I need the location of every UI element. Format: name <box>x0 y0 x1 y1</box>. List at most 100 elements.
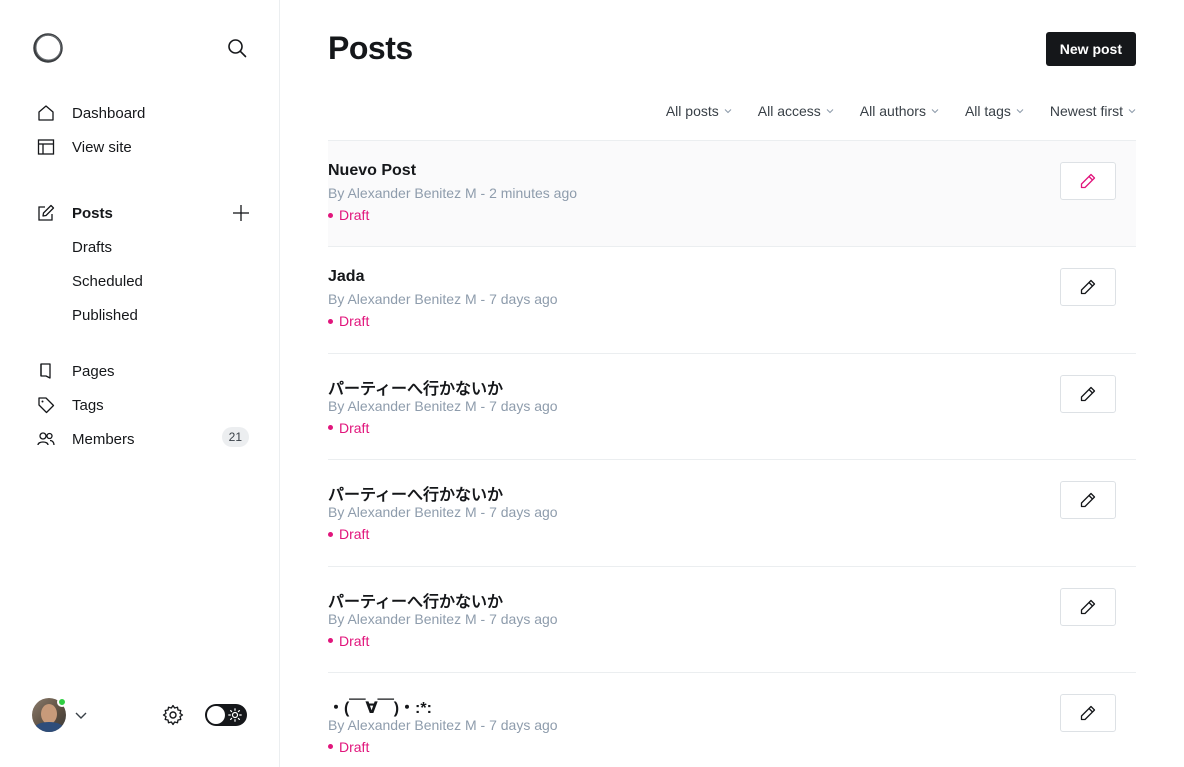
sidebar-item-view-site[interactable]: View site <box>36 130 251 164</box>
post-meta: By Alexander Benitez M - 2 minutes ago <box>328 185 578 201</box>
edit-post-button[interactable] <box>1060 587 1116 626</box>
pencil-icon <box>1080 493 1096 508</box>
sidebar-footer <box>32 697 248 732</box>
sidebar-item-pages[interactable]: Pages <box>36 354 251 388</box>
status-badge: Draft <box>328 739 369 755</box>
theme-toggle[interactable] <box>205 704 247 726</box>
edit-post-button[interactable] <box>1060 374 1116 413</box>
post-meta: By Alexander Benitez M - 7 days ago <box>328 291 558 308</box>
edit-post-button[interactable] <box>1060 162 1116 200</box>
nav-posts: Posts Drafts Scheduled Published <box>36 196 251 332</box>
members-count-badge: 21 <box>221 427 249 447</box>
status-badge: Draft <box>328 313 369 329</box>
edit-post-button[interactable] <box>1060 693 1116 732</box>
post-title[interactable]: Jada <box>328 268 364 286</box>
filter-label: All authors <box>859 103 926 119</box>
chevron-down-icon[interactable] <box>74 708 88 722</box>
table-row[interactable]: ・(￣∀￣)・:*: By Alexander Benitez M - 7 da… <box>328 673 1136 767</box>
chevron-down-icon <box>931 109 939 114</box>
status-label: Draft <box>339 738 370 755</box>
status-badge: Draft <box>328 633 369 649</box>
new-post-button[interactable]: New post <box>1045 32 1136 66</box>
chevron-down-icon <box>826 109 834 114</box>
post-title[interactable]: パーティーへ行かないか <box>328 481 503 505</box>
status-dot <box>328 318 333 324</box>
status-badge: Draft <box>328 207 369 223</box>
sidebar-item-published[interactable]: Published <box>36 298 251 332</box>
pencil-icon <box>1080 705 1096 721</box>
status-dot <box>328 531 333 537</box>
status-label: Draft <box>339 632 370 649</box>
post-meta: By Alexander Benitez M - 7 days ago <box>328 610 558 627</box>
filter-sort[interactable]: Newest first <box>1050 101 1136 121</box>
pencil-icon <box>1080 386 1096 401</box>
search-icon[interactable] <box>225 36 249 60</box>
layout-icon <box>36 137 56 157</box>
sidebar-item-drafts[interactable]: Drafts <box>36 230 251 264</box>
pencil-icon <box>1080 599 1096 614</box>
sidebar-item-label: Dashboard <box>72 104 146 122</box>
filter-label: All access <box>757 103 821 119</box>
table-row[interactable]: Jada By Alexander Benitez M - 7 days ago… <box>328 247 1136 354</box>
sidebar-item-label: Posts <box>72 204 113 222</box>
status-label: Draft <box>339 419 370 436</box>
filter-type[interactable]: All posts <box>666 101 732 121</box>
home-icon <box>36 103 56 123</box>
table-row[interactable]: Nuevo Post By Alexander Benitez M - 2 mi… <box>328 141 1136 248</box>
nav-secondary: Pages Tags Members 21 <box>36 354 251 456</box>
filter-label: All posts <box>665 103 719 119</box>
edit-post-button[interactable] <box>1060 268 1116 307</box>
sidebar-item-label: Scheduled <box>72 272 143 290</box>
filter-access[interactable]: All access <box>758 101 834 121</box>
edit-icon <box>36 203 56 223</box>
filter-label: Newest first <box>1049 103 1123 119</box>
site-logo-icon[interactable] <box>32 32 64 64</box>
sidebar-item-label: View site <box>72 138 132 156</box>
sidebar-item-dashboard[interactable]: Dashboard <box>36 96 251 130</box>
chevron-down-icon <box>1128 109 1136 114</box>
status-dot <box>328 744 333 750</box>
status-dot <box>328 425 333 431</box>
page-icon <box>36 361 56 381</box>
status-dot <box>328 638 333 644</box>
sidebar-item-label: Members <box>72 430 135 448</box>
status-badge: Draft <box>328 526 369 542</box>
status-label: Draft <box>339 207 370 223</box>
edit-post-button[interactable] <box>1060 481 1116 520</box>
status-label: Draft <box>339 313 370 330</box>
sidebar-item-members[interactable]: Members 21 <box>36 422 251 456</box>
chevron-down-icon <box>724 109 732 114</box>
filter-tags[interactable]: All tags <box>965 101 1024 121</box>
online-status-indicator <box>57 697 67 707</box>
sidebar-item-posts[interactable]: Posts <box>36 196 251 230</box>
post-title[interactable]: Nuevo Post <box>328 162 416 180</box>
table-row[interactable]: パーティーへ行かないか By Alexander Benitez M - 7 d… <box>328 567 1136 673</box>
add-post-icon[interactable] <box>231 203 251 223</box>
post-title[interactable]: パーティーへ行かないか <box>328 588 503 612</box>
toggle-knob <box>207 706 225 724</box>
sun-icon <box>228 708 242 722</box>
table-row[interactable]: パーティーへ行かないか By Alexander Benitez M - 7 d… <box>328 460 1136 567</box>
post-title[interactable]: ・(￣∀￣)・:*: <box>328 694 432 718</box>
filter-bar: All posts All access All authors All tag… <box>640 101 1136 121</box>
status-badge: Draft <box>328 420 369 436</box>
table-row[interactable]: パーティーへ行かないか By Alexander Benitez M - 7 d… <box>328 354 1136 461</box>
post-title[interactable]: パーティーへ行かないか <box>328 375 503 399</box>
pencil-icon <box>1080 280 1096 295</box>
pencil-icon <box>1080 173 1096 189</box>
filter-label: All tags <box>964 103 1011 119</box>
members-icon <box>36 429 56 449</box>
sidebar-item-label: Drafts <box>72 238 113 256</box>
sidebar-item-scheduled[interactable]: Scheduled <box>36 264 251 298</box>
post-meta: By Alexander Benitez M - 7 days ago <box>328 504 558 521</box>
sidebar-item-tags[interactable]: Tags <box>36 388 251 422</box>
chevron-down-icon <box>1016 109 1024 114</box>
filter-authors[interactable]: All authors <box>860 101 939 121</box>
gear-icon[interactable] <box>162 704 184 726</box>
sidebar-item-label: Tags <box>72 396 104 414</box>
sidebar-item-label: Pages <box>72 362 115 380</box>
tag-icon <box>36 395 56 415</box>
sidebar-item-label: Published <box>72 306 138 324</box>
posts-list: Nuevo Post By Alexander Benitez M - 2 mi… <box>328 140 1136 767</box>
status-label: Draft <box>339 526 370 543</box>
